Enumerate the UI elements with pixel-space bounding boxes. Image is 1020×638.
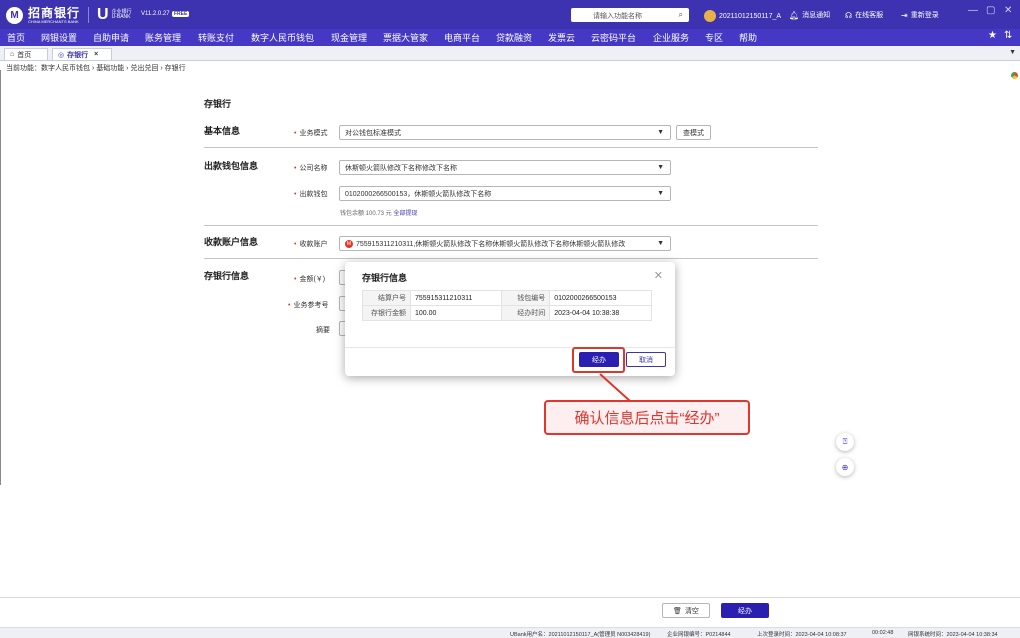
instruction-callout: 确认信息后点击“经办” <box>544 400 750 435</box>
feedback-icon[interactable]: ⍰ <box>836 433 854 451</box>
callout-pointer-line <box>599 373 631 402</box>
enterprise-number: 企业网银编号：P0214844 <box>667 632 731 638</box>
submit-button[interactable]: 经办 <box>721 603 769 618</box>
status-bar: UBank用户名：20211012150117_A(管理员 N003428419… <box>0 627 1020 638</box>
session-elapsed: 00:02:48 <box>872 630 894 636</box>
trash-icon: 🗑︎ <box>673 607 682 615</box>
last-login-time: 上次登录时间：2023-04-04 10:08:37 <box>757 632 847 638</box>
callout-pointer <box>599 373 631 402</box>
clear-button[interactable]: 🗑︎ 清空 <box>662 603 710 618</box>
system-time: 网银系统时间：2023-04-04 10:38:34 <box>908 632 998 638</box>
zoom-icon[interactable]: ⊕ <box>836 458 854 476</box>
ubank-user-info: UBank用户名：20211012150117_A(管理员 N003428419… <box>510 632 651 638</box>
